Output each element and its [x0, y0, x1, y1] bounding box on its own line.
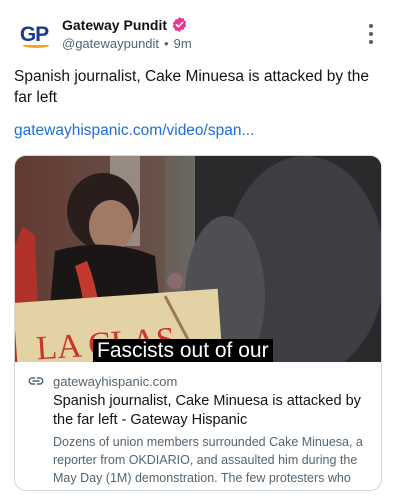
avatar-logo-text: GP [19, 22, 49, 46]
author-display-name[interactable]: Gateway Pundit [62, 17, 167, 33]
verified-badge-icon [172, 17, 187, 32]
post-header: GP Gateway Pundit @gatewaypundit • 9m [14, 12, 383, 56]
more-dot [369, 32, 373, 36]
link-icon [28, 377, 44, 385]
author-name-row: Gateway Pundit [62, 16, 188, 33]
post-text: Spanish journalist, Cake Minuesa is atta… [14, 68, 369, 106]
post-timestamp[interactable]: 9m [174, 36, 192, 51]
card-image[interactable]: LA CLAS Fascists out of our [15, 156, 381, 362]
post-link[interactable]: gatewayhispanic.com/video/span... [14, 122, 254, 140]
author-handle[interactable]: @gatewaypundit [62, 36, 159, 51]
author-meta-row: @gatewaypundit • 9m [62, 36, 192, 51]
card-body: gatewayhispanic.com Spanish journalist, … [15, 362, 381, 490]
more-dot [369, 24, 373, 28]
card-description: Dozens of union members surrounded Cake … [53, 435, 363, 485]
card-title: Spanish journalist, Cake Minuesa is atta… [53, 393, 361, 428]
card-domain: gatewayhispanic.com [53, 373, 178, 389]
link-preview-card[interactable]: LA CLAS Fascists out of our gatewayhispa… [14, 155, 382, 491]
meta-separator: • [164, 36, 169, 51]
video-thumbnail: LA CLAS [15, 156, 381, 362]
more-vertical-icon[interactable] [363, 24, 379, 44]
more-dot [369, 40, 373, 44]
video-caption: Fascists out of our [93, 339, 273, 362]
card-domain-row: gatewayhispanic.com [27, 372, 371, 390]
avatar-swoosh [23, 43, 49, 48]
avatar[interactable]: GP [14, 16, 54, 56]
